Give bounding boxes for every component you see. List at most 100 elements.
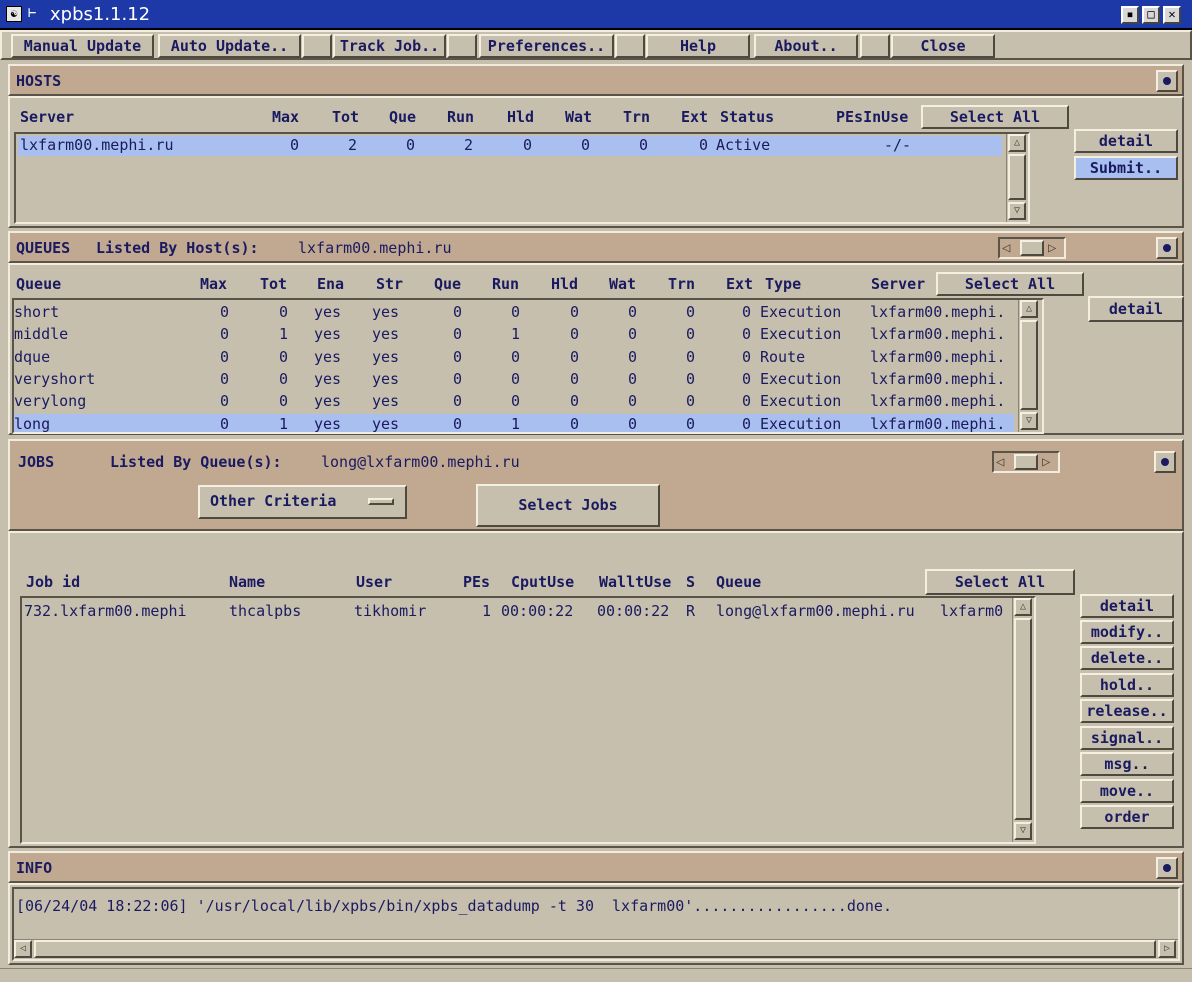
scroll-right-icon[interactable]: ▷	[1048, 240, 1056, 256]
preferences-indicator[interactable]	[615, 34, 645, 58]
table-row[interactable]: 732.lxfarm00.mephi thcalpbs tikhomir 1 0…	[24, 600, 1004, 622]
queues-col-trn: Trn	[668, 275, 696, 293]
queue-ena: yes	[314, 369, 342, 388]
scroll-left-icon[interactable]: ◁	[14, 940, 32, 958]
info-hscrollbar[interactable]: ◁ ▷	[14, 939, 1178, 959]
info-log[interactable]: [06/24/04 18:22:06] '/usr/local/lib/xpbs…	[12, 887, 1180, 961]
job-hold-button[interactable]: hold..	[1080, 673, 1174, 697]
track-job-button[interactable]: Track Job..	[333, 34, 446, 58]
table-row[interactable]: middle 0 1 yes yes 0 1 0 0 0 0 Execution lxfarm00.me…	[14, 324, 1014, 345]
job-modify-button[interactable]: modify..	[1080, 620, 1174, 644]
hosts-col-hld: Hld	[507, 108, 535, 126]
other-criteria-menubutton[interactable]: Other Criteria	[198, 485, 407, 519]
scroll-up-icon[interactable]: △	[1014, 598, 1032, 616]
queues-col-wat: Wat	[609, 275, 637, 293]
scroll-up-icon[interactable]: △	[1020, 300, 1038, 318]
jobs-select-all-button[interactable]: Select All	[925, 569, 1075, 595]
host-trn: 0	[639, 136, 649, 154]
scroll-up-icon[interactable]: △	[1008, 134, 1026, 152]
close-window-icon[interactable]: ✕	[1163, 6, 1181, 24]
scroll-right-icon[interactable]: ▷	[1042, 454, 1050, 470]
scroll-down-icon[interactable]: ▽	[1020, 412, 1038, 430]
scroll-thumb[interactable]	[1020, 320, 1038, 410]
preferences-button[interactable]: Preferences..	[479, 34, 614, 58]
scroll-left-icon[interactable]: ◁	[1002, 240, 1010, 256]
track-job-indicator[interactable]	[447, 34, 477, 58]
about-button[interactable]: About..	[754, 34, 858, 58]
auto-update-button[interactable]: Auto Update..	[158, 34, 301, 58]
jobs-expand-icon[interactable]	[1154, 451, 1176, 473]
info-expand-icon[interactable]	[1156, 857, 1178, 879]
scroll-left-icon[interactable]: ◁	[996, 454, 1004, 470]
queue-ena: yes	[314, 392, 342, 411]
queues-list[interactable]: short 0 0 yes yes 0 0 0 0 0 0 Execution lxfarm00.mep…	[12, 298, 1044, 434]
queue-trn: 0	[686, 325, 696, 344]
auto-update-indicator[interactable]	[302, 34, 332, 58]
jobs-listed-by-label: Listed By Queue(s):	[110, 453, 282, 471]
queue-tot: 0	[279, 303, 289, 321]
pin-icon[interactable]: ⊢	[28, 5, 36, 21]
close-button[interactable]: Close	[891, 34, 995, 58]
queues-col-server: Server	[871, 275, 926, 293]
host-run: 2	[464, 136, 474, 154]
help-button[interactable]: Help	[646, 34, 750, 58]
queue-que: 0	[453, 369, 463, 388]
table-row[interactable]: short 0 0 yes yes 0 0 0 0 0 0 Execution lxfarm00.mep…	[14, 302, 1014, 323]
scroll-thumb[interactable]	[1020, 240, 1044, 256]
job-release-button[interactable]: release..	[1080, 699, 1174, 723]
scroll-thumb[interactable]	[1014, 618, 1032, 820]
hosts-select-all-button[interactable]: Select All	[921, 105, 1069, 129]
queues-listed-by-label: Listed By Host(s):	[96, 239, 259, 257]
host-wat: 0	[581, 136, 591, 154]
queue-type: Execution	[760, 392, 842, 411]
queue-wat: 0	[628, 347, 638, 366]
manual-update-button[interactable]: Manual Update	[11, 34, 154, 58]
job-msg-button[interactable]: msg..	[1080, 752, 1174, 776]
about-indicator[interactable]	[860, 34, 890, 58]
job-signal-button[interactable]: signal..	[1080, 726, 1174, 750]
table-row[interactable]: long 0 1 yes yes 0 1 0 0 0 0 Execution lxfarm00.meph…	[14, 413, 1014, 433]
job-queue: long@lxfarm00.mephi.ru	[716, 602, 915, 620]
jobs-list[interactable]: 732.lxfarm00.mephi thcalpbs tikhomir 1 0…	[20, 596, 1036, 844]
submit-button[interactable]: Submit..	[1074, 156, 1178, 180]
scroll-thumb[interactable]	[1014, 454, 1038, 470]
info-title: INFO	[16, 859, 53, 877]
window-title: xpbs1.1.12	[50, 4, 151, 25]
queue-ext: 0	[742, 325, 752, 344]
queues-col-que: Que	[434, 275, 462, 293]
job-id: 732.lxfarm00.mephi	[24, 602, 187, 620]
table-row[interactable]: lxfarm00.mephi.ru 0 2 0 2 0 0 0 0 Active…	[18, 136, 1002, 156]
table-row[interactable]: dque 0 0 yes yes 0 0 0 0 0 0 Route lxfarm00.mephi.	[14, 347, 1014, 368]
jobs-vscrollbar[interactable]: △ ▽	[1012, 598, 1034, 842]
minimize-icon[interactable]: ▪	[1121, 6, 1139, 24]
scroll-thumb[interactable]	[1008, 154, 1026, 200]
scroll-down-icon[interactable]: ▽	[1008, 202, 1026, 220]
queue-type: Execution	[760, 325, 842, 344]
maximize-icon[interactable]: □	[1142, 6, 1160, 24]
queues-expand-icon[interactable]	[1156, 237, 1178, 259]
queues-vscrollbar[interactable]: △ ▽	[1018, 300, 1040, 432]
select-jobs-button[interactable]: Select Jobs	[476, 484, 660, 527]
queue-queue: short	[14, 303, 60, 321]
hosts-vscrollbar[interactable]: △ ▽	[1006, 134, 1028, 222]
scroll-right-icon[interactable]: ▷	[1158, 940, 1176, 958]
hosts-expand-icon[interactable]	[1156, 70, 1178, 92]
queues-detail-button[interactable]: detail	[1088, 296, 1184, 322]
table-row[interactable]: verylong 0 0 yes yes 0 0 0 0 0 0 Execution lxfarm00.…	[14, 391, 1014, 412]
job-detail-button[interactable]: detail	[1080, 594, 1174, 618]
table-row[interactable]: veryshort 0 0 yes yes 0 0 0 0 0 0 Execution lxfarm00…	[14, 369, 1014, 390]
scroll-down-icon[interactable]: ▽	[1014, 822, 1032, 840]
scroll-thumb[interactable]	[34, 940, 1156, 958]
jobs-col-queue: Queue	[716, 573, 762, 591]
app-icon[interactable]: ☯	[6, 6, 22, 22]
job-order-button[interactable]: order	[1080, 805, 1174, 829]
queues-hscroll[interactable]: ◁ ▷	[998, 237, 1066, 259]
hosts-list[interactable]: lxfarm00.mephi.ru 0 2 0 2 0 0 0 0 Active…	[14, 132, 1030, 224]
queue-wat: 0	[628, 325, 638, 344]
job-delete-button[interactable]: delete..	[1080, 646, 1174, 670]
jobs-hscroll[interactable]: ◁ ▷	[992, 451, 1060, 473]
job-move-button[interactable]: move..	[1080, 779, 1174, 803]
queue-trn: 0	[686, 414, 696, 433]
hosts-detail-button[interactable]: detail	[1074, 129, 1178, 153]
queues-select-all-button[interactable]: Select All	[936, 272, 1084, 296]
